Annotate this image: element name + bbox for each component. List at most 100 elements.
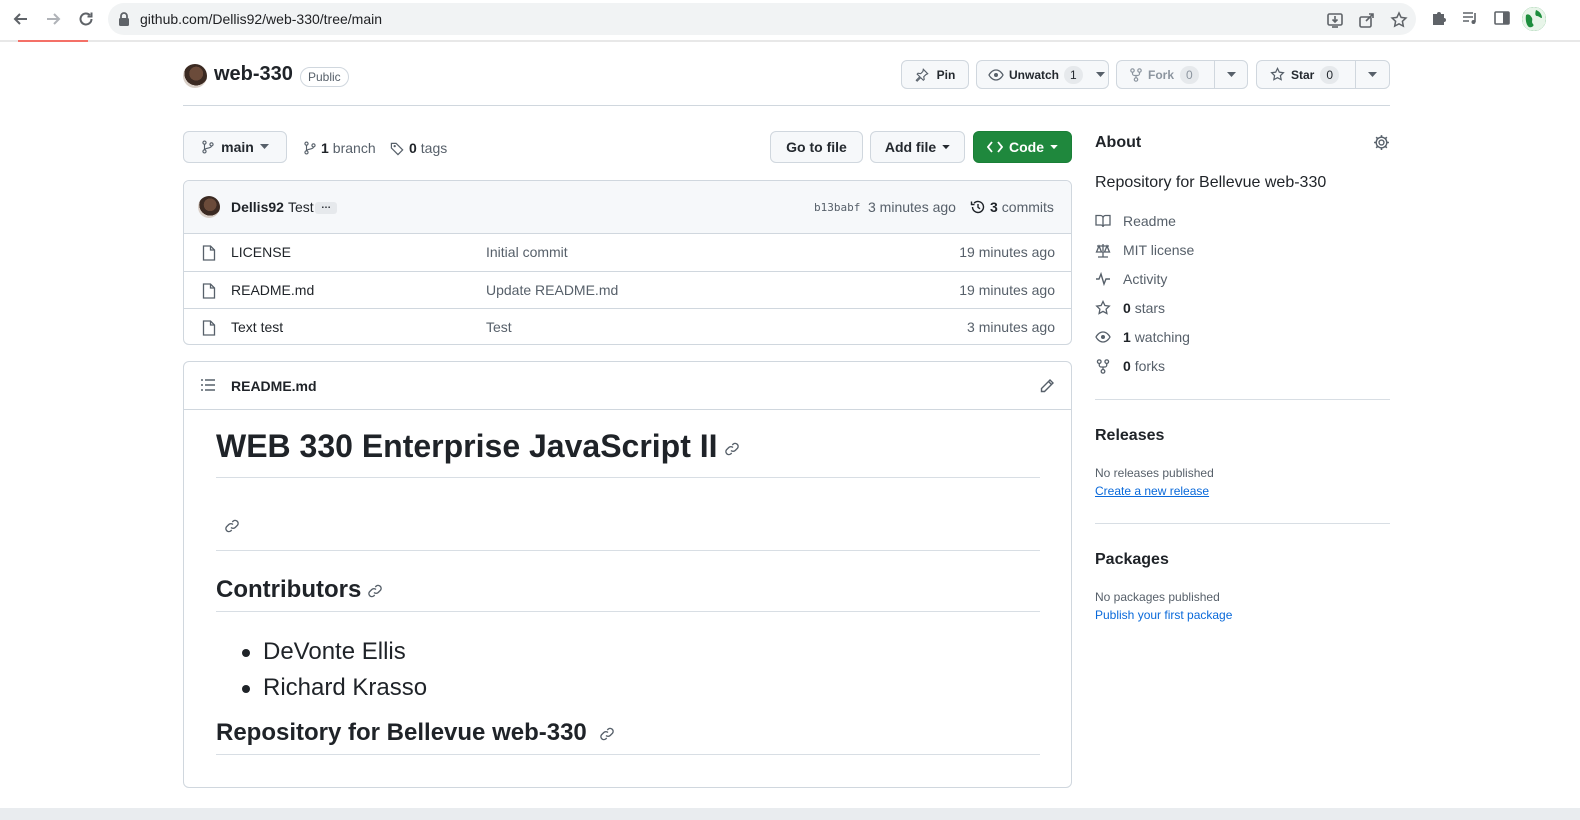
watching-count: 1 (1123, 329, 1131, 345)
branches-link[interactable]: 1 branch (303, 139, 376, 157)
license-link[interactable]: MIT license (1095, 240, 1194, 260)
contributors-heading: Contributors (216, 576, 1040, 612)
add-file-button[interactable]: Add file (870, 131, 965, 163)
star-button[interactable]: Star 0 (1257, 61, 1355, 88)
watch-dropdown-button[interactable] (1092, 61, 1108, 88)
commit-expand-button[interactable]: … (315, 201, 337, 214)
no-packages-text: No packages published (1095, 590, 1220, 604)
side-panel-icon[interactable] (1493, 9, 1511, 27)
forward-arrow-icon (47, 13, 61, 25)
commit-sha[interactable]: b13babf (814, 201, 860, 214)
activity-link[interactable]: Activity (1095, 269, 1167, 289)
code-brackets-icon (987, 141, 1003, 153)
reload-icon (79, 12, 93, 26)
list-item: Richard Krasso (216, 673, 1040, 709)
back-button[interactable] (10, 8, 32, 30)
pencil-icon[interactable] (1039, 378, 1055, 394)
list-item: DeVonte Ellis (216, 637, 1040, 673)
no-releases-text: No releases published (1095, 466, 1214, 480)
pin-button[interactable]: Pin (901, 60, 969, 89)
window-bottom-edge (0, 808, 1580, 820)
commit-time: 3 minutes ago (868, 199, 956, 215)
publish-package-link[interactable]: Publish your first package (1095, 608, 1232, 622)
outline-list-icon[interactable] (200, 378, 216, 392)
star-outline-icon (1095, 300, 1111, 315)
go-to-file-label: Go to file (786, 139, 847, 155)
reload-button[interactable] (75, 8, 97, 30)
browser-toolbar: github.com/Dellis92/web-330/tree/main (0, 0, 1580, 40)
branch-selector[interactable]: main (183, 131, 287, 163)
repo-name[interactable]: web-330 (214, 63, 293, 86)
packages-heading[interactable]: Packages (1095, 551, 1169, 569)
file-commit-message[interactable]: Test (486, 319, 512, 335)
unwatch-button[interactable]: Unwatch 1 (977, 61, 1092, 88)
commit-message[interactable]: Test (288, 199, 314, 215)
profile-avatar[interactable] (1522, 7, 1546, 31)
readme-panel: README.md WEB 330 Enterprise JavaScript … (183, 361, 1072, 788)
file-table: Dellis92 Test … b13babf 3 minutes ago 3 … (183, 180, 1072, 345)
code-label: Code (1009, 139, 1044, 155)
owner-avatar[interactable] (183, 64, 207, 88)
readme-filename[interactable]: README.md (231, 378, 317, 394)
commit-history-link[interactable]: 3 commits (970, 199, 1054, 215)
fork-dropdown-button[interactable] (1215, 61, 1247, 88)
pin-icon (915, 67, 929, 82)
star-dropdown-button[interactable] (1356, 61, 1389, 88)
file-commit-time: 3 minutes ago (967, 319, 1055, 335)
tag-count: 0 (409, 140, 417, 156)
back-arrow-icon (13, 13, 27, 25)
committer-avatar[interactable] (198, 196, 220, 218)
repo-description-heading-text: Repository for Bellevue web-330 (216, 719, 587, 746)
file-name[interactable]: README.md (231, 282, 314, 298)
tags-link[interactable]: 0 tags (390, 139, 447, 157)
extensions-puzzle-icon[interactable] (1430, 9, 1448, 27)
file-row[interactable]: README.md Update README.md 19 minutes ag… (184, 271, 1071, 308)
committer-name[interactable]: Dellis92 (231, 199, 284, 215)
repo-description-heading: Repository for Bellevue web-330 (216, 719, 1040, 755)
eye-icon (988, 68, 1004, 81)
commit-count: 3 (990, 199, 998, 215)
go-to-file-button[interactable]: Go to file (770, 131, 863, 163)
anchor-link-icon[interactable] (367, 583, 383, 599)
anchor-link-icon[interactable] (224, 518, 240, 534)
watch-count: 1 (1064, 65, 1083, 84)
git-branch-icon (202, 140, 214, 154)
stars-link[interactable]: 0 stars (1095, 298, 1165, 318)
forward-button[interactable] (42, 8, 64, 30)
releases-heading[interactable]: Releases (1095, 427, 1164, 445)
pulse-icon (1096, 272, 1110, 286)
bookmark-star-icon[interactable] (1390, 11, 1408, 29)
add-file-label: Add file (884, 139, 937, 155)
contributors-heading-text: Contributors (216, 576, 362, 603)
share-icon[interactable] (1358, 11, 1376, 29)
media-queue-icon[interactable] (1461, 9, 1479, 27)
law-scale-icon (1095, 243, 1111, 258)
file-name[interactable]: Text test (231, 319, 283, 335)
file-row[interactable]: Text test Test 3 minutes ago (184, 308, 1071, 344)
fork-button[interactable]: Fork 0 (1117, 61, 1214, 88)
gear-icon[interactable] (1373, 134, 1390, 151)
readme-title-text: WEB 330 Enterprise JavaScript II (216, 428, 718, 464)
readme-link[interactable]: Readme (1095, 211, 1176, 231)
about-heading: About (1095, 134, 1142, 151)
watchers-link[interactable]: 1 watching (1095, 327, 1190, 347)
forks-link[interactable]: 0 forks (1095, 356, 1165, 376)
eye-icon (1095, 331, 1111, 343)
anchor-link-icon[interactable] (599, 726, 615, 742)
file-name[interactable]: LICENSE (231, 244, 291, 260)
anchor-link-icon[interactable] (724, 441, 740, 457)
star-count: 0 (1320, 65, 1340, 84)
address-bar[interactable]: github.com/Dellis92/web-330/tree/main (108, 3, 1416, 35)
latest-commit-bar: Dellis92 Test … b13babf 3 minutes ago 3 … (184, 181, 1071, 234)
activity-link-label: Activity (1123, 271, 1168, 287)
fork-label: Fork (1148, 67, 1175, 82)
divider (1095, 523, 1390, 524)
code-button[interactable]: Code (973, 131, 1072, 163)
file-row[interactable]: LICENSE Initial commit 19 minutes ago (184, 234, 1071, 271)
install-app-icon[interactable] (1326, 11, 1344, 29)
create-release-link[interactable]: Create a new release (1095, 484, 1209, 498)
stars-label: stars (1134, 300, 1166, 316)
file-icon (202, 245, 216, 261)
file-commit-message[interactable]: Initial commit (486, 244, 568, 260)
file-commit-message[interactable]: Update README.md (486, 282, 618, 298)
